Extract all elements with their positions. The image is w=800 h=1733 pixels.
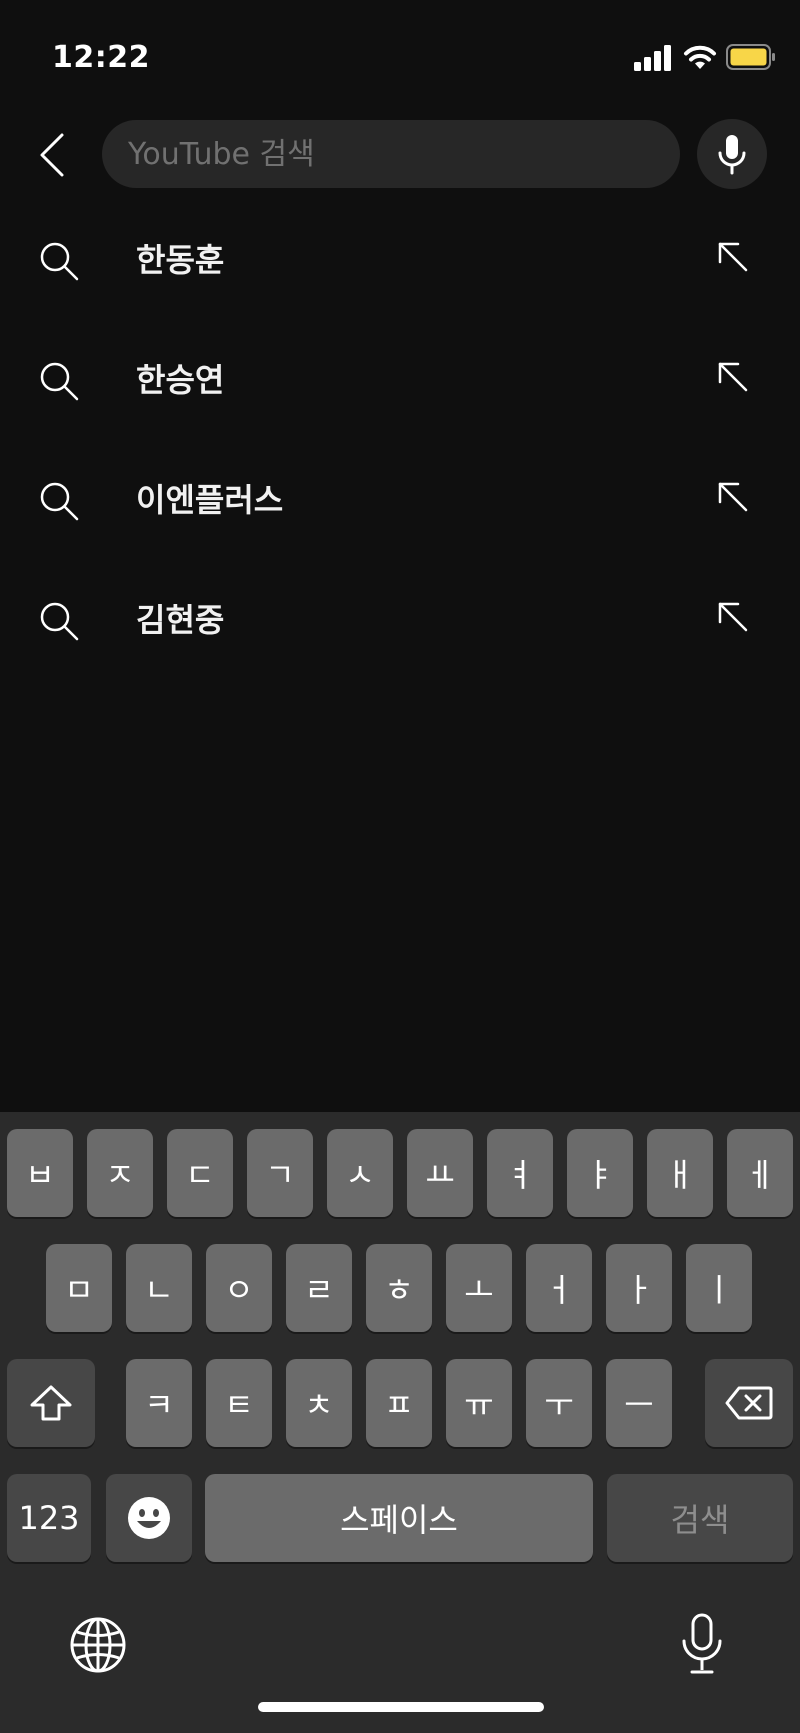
home-indicator[interactable] xyxy=(258,1702,544,1712)
key-row1[interactable]: ㅐ xyxy=(647,1129,713,1217)
key-row2[interactable]: ㅏ xyxy=(606,1244,672,1332)
key-row1[interactable]: ㄷ xyxy=(167,1129,233,1217)
key-row2[interactable]: ㄴ xyxy=(126,1244,192,1332)
key-row1[interactable]: ㅔ xyxy=(727,1129,793,1217)
key-row1[interactable]: ㅑ xyxy=(567,1129,633,1217)
search-icon xyxy=(40,362,79,401)
search-box[interactable] xyxy=(102,120,680,188)
suggestion-text: 이엔플러스 xyxy=(136,481,284,519)
key-row1[interactable]: ㅕ xyxy=(487,1129,553,1217)
globe-icon xyxy=(70,1617,126,1673)
suggestion-item[interactable]: 이엔플러스 xyxy=(0,440,800,560)
key-row1[interactable]: ㅅ xyxy=(327,1129,393,1217)
globe-button[interactable] xyxy=(68,1615,128,1675)
key-row3[interactable]: ㅡ xyxy=(606,1359,672,1447)
suggestion-text: 김현중 xyxy=(136,601,225,639)
key-row1[interactable]: ㅂ xyxy=(7,1129,73,1217)
numbers-key[interactable]: 123 xyxy=(7,1474,91,1562)
arrow-up-left-icon[interactable] xyxy=(716,240,750,274)
back-button[interactable] xyxy=(30,125,74,185)
suggestion-text: 한동훈 xyxy=(136,241,225,279)
key-row3[interactable]: ㅋ xyxy=(126,1359,192,1447)
key-row2[interactable]: ㅓ xyxy=(526,1244,592,1332)
key-row2[interactable]: ㅗ xyxy=(446,1244,512,1332)
wifi-icon xyxy=(684,45,716,69)
search-icon xyxy=(40,602,79,641)
suggestion-item[interactable]: 한동훈 xyxy=(0,200,800,320)
key-row2[interactable]: ㅣ xyxy=(686,1244,752,1332)
status-bar: 12:22 xyxy=(0,0,800,110)
key-row2[interactable]: ㄹ xyxy=(286,1244,352,1332)
suggestion-item[interactable]: 한승연 xyxy=(0,320,800,440)
battery-icon xyxy=(726,44,775,70)
search-icon xyxy=(40,242,79,281)
key-row3[interactable]: ㅠ xyxy=(446,1359,512,1447)
search-icon xyxy=(40,482,79,521)
emoji-key[interactable] xyxy=(106,1474,192,1562)
backspace-key[interactable] xyxy=(705,1359,793,1447)
arrow-up-left-icon[interactable] xyxy=(716,360,750,394)
dictation-button[interactable] xyxy=(680,1612,724,1676)
key-row2[interactable]: ㅁ xyxy=(46,1244,112,1332)
key-row1[interactable]: ㅛ xyxy=(407,1129,473,1217)
shift-key[interactable] xyxy=(7,1359,95,1447)
space-key[interactable]: 스페이스 xyxy=(205,1474,593,1562)
key-row3[interactable]: ㅊ xyxy=(286,1359,352,1447)
key-row3[interactable]: ㅌ xyxy=(206,1359,272,1447)
search-key[interactable]: 검색 xyxy=(607,1474,793,1562)
key-row1[interactable]: ㄱ xyxy=(247,1129,313,1217)
cellular-signal-icon xyxy=(634,45,671,71)
search-suggestions: 한동훈 한승연 이엔플러스 김현중 xyxy=(0,200,800,680)
voice-search-button[interactable] xyxy=(697,119,767,189)
shift-icon xyxy=(30,1385,72,1421)
key-row3[interactable]: ㅜ xyxy=(526,1359,592,1447)
backspace-icon xyxy=(725,1386,773,1420)
chevron-left-icon xyxy=(40,133,64,177)
key-row3[interactable]: ㅍ xyxy=(366,1359,432,1447)
key-row1[interactable]: ㅈ xyxy=(87,1129,153,1217)
suggestion-item[interactable]: 김현중 xyxy=(0,560,800,680)
arrow-up-left-icon[interactable] xyxy=(716,480,750,514)
key-row2[interactable]: ㅎ xyxy=(366,1244,432,1332)
microphone-icon xyxy=(682,1613,722,1674)
status-time: 12:22 xyxy=(52,40,150,75)
keyboard: ㅂ ㅈ ㄷ ㄱ ㅅ ㅛ ㅕ ㅑ ㅐ ㅔ ㅁ ㄴ ㅇ ㄹ ㅎ ㅗ ㅓ ㅏ ㅣ ㅋ … xyxy=(0,1112,800,1733)
search-input[interactable] xyxy=(128,136,680,172)
suggestion-text: 한승연 xyxy=(136,361,225,399)
microphone-icon xyxy=(718,135,746,175)
key-row2[interactable]: ㅇ xyxy=(206,1244,272,1332)
emoji-icon xyxy=(128,1497,170,1539)
arrow-up-left-icon[interactable] xyxy=(716,600,750,634)
